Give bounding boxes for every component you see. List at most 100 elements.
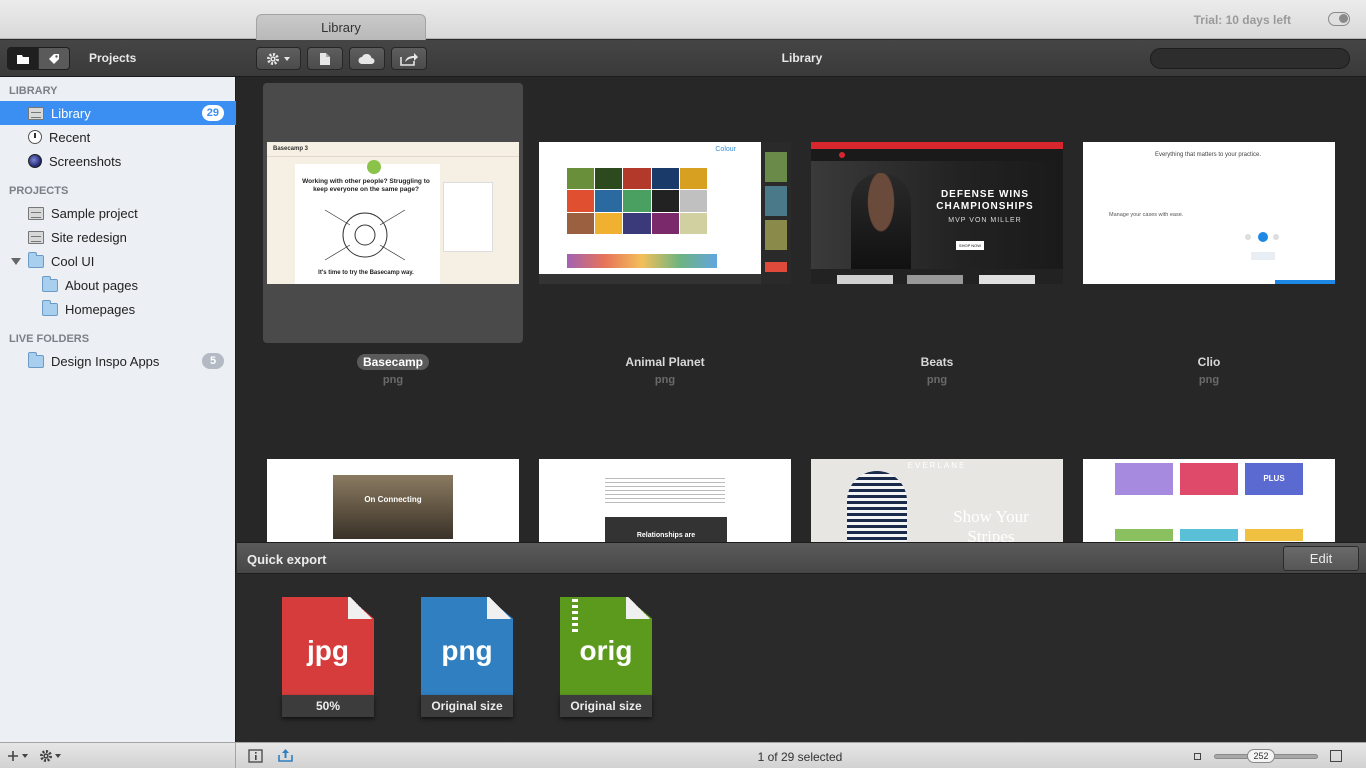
quick-export-header: Quick export Edit xyxy=(237,542,1366,574)
thumbnail-clio[interactable]: Everything that matters to your practice… xyxy=(1083,142,1335,284)
sidebar-item-recent[interactable]: Recent xyxy=(0,125,236,149)
folder-icon xyxy=(17,54,29,64)
folder-mode-button[interactable] xyxy=(8,48,38,69)
thumbnail-animal-planet[interactable]: Colour xyxy=(539,142,791,284)
preset-ext: png xyxy=(441,635,493,666)
gear-menu-icon[interactable] xyxy=(39,749,63,763)
folder-icon xyxy=(42,275,58,292)
sidebar-item-label: Design Inspo Apps xyxy=(51,353,160,369)
edit-button[interactable]: Edit xyxy=(1283,546,1359,571)
thumbnail-row2-1[interactable]: On Connecting xyxy=(267,459,519,542)
keyword-bar xyxy=(567,254,717,268)
quick-export-title: Quick export xyxy=(247,552,327,567)
item-name[interactable]: Animal Planet xyxy=(539,355,791,369)
thumbnail-beats[interactable]: DEFENSE WINS CHAMPIONSHIPS MVP VON MILLE… xyxy=(811,142,1063,284)
sidebar-item-site-redesign[interactable]: Site redesign xyxy=(0,225,236,249)
clio-headline: Everything that matters to your practice… xyxy=(1154,152,1262,158)
folder-icon xyxy=(42,299,58,316)
toggle-icon[interactable] xyxy=(1328,12,1350,26)
bottom-bar: 1 of 29 selected 252 xyxy=(0,742,1366,768)
colour-heading: Colour xyxy=(715,146,736,153)
item-name[interactable]: Basecamp xyxy=(267,354,519,370)
toolbar-title: Library xyxy=(781,51,823,65)
everlane-logo-text: EVERLANE xyxy=(907,461,967,470)
sidebar-item-homepages[interactable]: Homepages xyxy=(0,297,236,321)
basecamp-content: Working with other people? Struggling to… xyxy=(295,164,440,284)
thumbnail-row2-4[interactable]: PLUS xyxy=(1083,459,1335,542)
thumbnail-basecamp[interactable]: Basecamp 3 Working with other people? St… xyxy=(267,142,519,284)
count-badge: 29 xyxy=(201,105,224,121)
beats-sub: MVP VON MILLER xyxy=(948,217,1022,224)
share-icon xyxy=(400,52,418,66)
sidebar-mode-segmented xyxy=(7,47,70,70)
folder-icon xyxy=(28,251,44,268)
add-menu-icon[interactable] xyxy=(8,750,30,762)
item-name[interactable]: Beats xyxy=(811,355,1063,369)
library-grid: Basecamp 3 Working with other people? St… xyxy=(237,77,1366,542)
new-document-button[interactable] xyxy=(307,47,343,70)
beats-logo-icon xyxy=(839,152,845,158)
export-preset-orig[interactable]: orig Original size xyxy=(560,597,652,717)
page-fold xyxy=(626,597,652,619)
tab-library[interactable]: Library xyxy=(256,14,426,40)
export-preset-png[interactable]: png Original size xyxy=(421,597,513,717)
tag-icon xyxy=(49,53,59,64)
export-preset-jpg[interactable]: jpg 50% xyxy=(282,597,374,717)
sidebar-item-sample-project[interactable]: Sample project xyxy=(0,201,236,225)
item-type: png xyxy=(382,374,404,386)
hero: DEFENSE WINS CHAMPIONSHIPS MVP VON MILLE… xyxy=(811,161,1063,269)
cloud-button[interactable] xyxy=(349,47,385,70)
athlete-image xyxy=(851,173,911,269)
sidebar-item-label: Screenshots xyxy=(49,153,122,169)
card-green xyxy=(1115,529,1173,541)
share-export-icon[interactable] xyxy=(277,748,295,763)
document-icon xyxy=(320,52,330,65)
divider xyxy=(267,156,519,157)
count-badge: 5 xyxy=(202,353,224,369)
zoom-large-icon[interactable] xyxy=(1330,750,1342,762)
share-button[interactable] xyxy=(391,47,427,70)
basecamp-logo-text: Basecamp 3 xyxy=(273,146,309,152)
thumbnail-row2-3[interactable]: EVERLANE Show Your Stripes xyxy=(811,459,1063,542)
smart-folder-icon xyxy=(28,351,44,368)
text-lines xyxy=(605,475,725,503)
sidebar-item-design-inspo-apps[interactable]: Design Inspo Apps 5 xyxy=(0,349,236,373)
mascot-icon xyxy=(367,160,381,174)
basecamp-headline: Working with other people? Struggling to… xyxy=(302,178,430,193)
chat-bar xyxy=(1275,280,1335,284)
sidebar-item-library[interactable]: Library 29 xyxy=(0,101,236,125)
everlane-headline: Show Your Stripes xyxy=(953,507,1029,542)
item-name[interactable]: Clio xyxy=(1083,355,1335,369)
quote-block: Relationships are xyxy=(605,517,727,542)
cloud-icon xyxy=(358,53,375,64)
drawer-icon xyxy=(28,230,44,244)
sidebar-item-label: Site redesign xyxy=(51,229,127,245)
item-type: png xyxy=(926,374,948,386)
sidebar-item-label: About pages xyxy=(65,277,139,293)
preset-ext: orig xyxy=(579,635,633,666)
sidebar-item-about-pages[interactable]: About pages xyxy=(0,273,236,297)
disclosure-triangle-icon[interactable] xyxy=(11,258,21,265)
on-connecting-title: On Connecting xyxy=(364,495,422,504)
sidebar-item-cool-ui[interactable]: Cool UI xyxy=(0,249,236,273)
settings-menu-button[interactable] xyxy=(256,47,301,70)
thumbnail-row2-2[interactable]: Relationships are xyxy=(539,459,791,542)
zipper-icon xyxy=(572,599,578,633)
projects-label: Projects xyxy=(89,51,137,65)
toolbar: Projects Library xyxy=(0,40,1366,77)
tag-mode-button[interactable] xyxy=(38,48,69,69)
card-plus: PLUS xyxy=(1245,463,1303,495)
preset-caption: Original size xyxy=(421,695,513,717)
signup-form xyxy=(443,182,493,252)
page-fold xyxy=(487,597,513,619)
search-input[interactable] xyxy=(1150,48,1350,69)
zoom-slider-handle[interactable]: 252 xyxy=(1247,749,1275,763)
station-image: On Connecting xyxy=(333,475,453,539)
zoom-small-icon[interactable] xyxy=(1194,753,1201,760)
card-yellow xyxy=(1245,529,1303,541)
colour-swatches xyxy=(567,168,707,234)
info-icon[interactable] xyxy=(248,749,264,763)
sidebar-item-label: Recent xyxy=(49,129,91,145)
card-pink xyxy=(1180,463,1238,495)
sidebar-item-screenshots[interactable]: Screenshots xyxy=(0,149,236,173)
